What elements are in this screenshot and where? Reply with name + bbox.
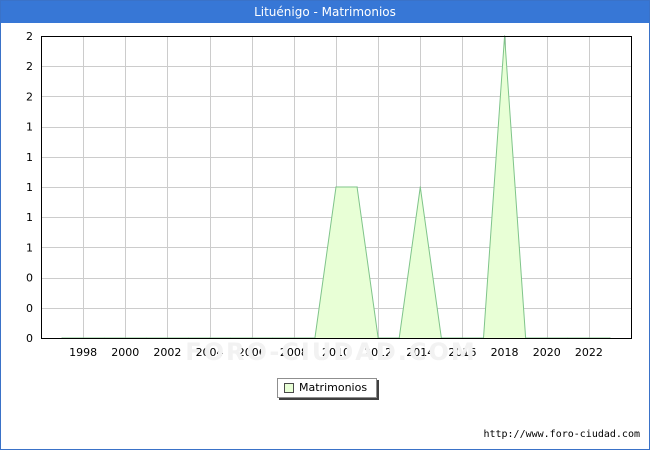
y-tick-label: 0 bbox=[26, 272, 33, 285]
y-tick-label: 2 bbox=[26, 30, 33, 43]
legend-swatch bbox=[284, 383, 294, 393]
legend-label: Matrimonios bbox=[299, 381, 368, 394]
y-tick-label: 0 bbox=[26, 332, 33, 345]
y-tick-label: 2 bbox=[26, 60, 33, 73]
y-tick-label: 1 bbox=[26, 241, 33, 254]
x-tick-label: 2000 bbox=[111, 346, 139, 359]
chart-frame: Lituénigo - Matrimonios 1998 2000 2002 2004… bbox=[0, 0, 650, 450]
x-tick-label: 2020 bbox=[533, 346, 561, 359]
source-url: http://www.foro-ciudad.com bbox=[483, 429, 640, 440]
y-tick-label: 0 bbox=[26, 302, 33, 315]
data-point bbox=[356, 186, 358, 188]
y-tick-label: 2 bbox=[26, 90, 33, 103]
x-tick-label: 1998 bbox=[69, 346, 97, 359]
data-point bbox=[335, 186, 337, 188]
legend: Matrimonios bbox=[277, 378, 377, 398]
y-tick-label: 1 bbox=[26, 121, 33, 134]
x-tick-label: 2022 bbox=[575, 346, 603, 359]
y-tick-label: 1 bbox=[26, 151, 33, 164]
y-tick-label: 1 bbox=[26, 181, 33, 194]
watermark: FORO-CIUDAD.COM bbox=[185, 338, 477, 366]
y-tick-label: 1 bbox=[26, 211, 33, 224]
data-point bbox=[419, 186, 421, 188]
